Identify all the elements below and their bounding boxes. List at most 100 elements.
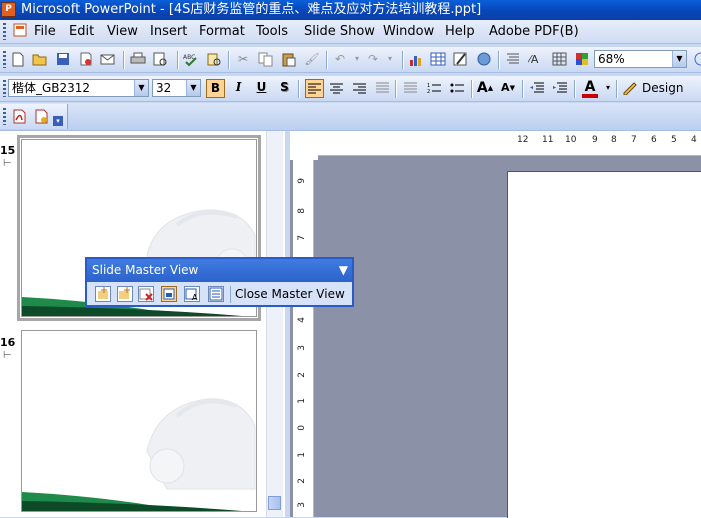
menu-edit[interactable]: Edit [69, 24, 94, 39]
green-accent-strip [22, 492, 242, 511]
decrease-indent-icon[interactable] [529, 80, 545, 96]
toolbar-grip[interactable] [3, 80, 6, 97]
design-button[interactable]: Design [642, 81, 683, 95]
align-left-icon[interactable] [305, 79, 324, 98]
ruler-label: 8 [297, 208, 307, 214]
ruler-label: 8 [611, 135, 617, 145]
open-icon[interactable] [32, 51, 48, 67]
menu-slide-show[interactable]: Slide Show [304, 24, 375, 39]
font-size-select[interactable]: 32 ▼ [152, 79, 201, 97]
slide-thumbnail-16[interactable] [21, 330, 257, 512]
scrollbar-thumb[interactable] [268, 496, 281, 510]
powerpoint-icon[interactable]: P [1, 2, 16, 17]
font-color-dropdown-icon[interactable]: ▾ [600, 80, 616, 96]
separator [574, 80, 576, 98]
slide-master-toolbar-header[interactable]: Slide Master View ▼ [87, 259, 352, 282]
separator [498, 51, 500, 69]
undo-icon[interactable]: ↶ [332, 51, 348, 67]
expand-all-icon[interactable] [505, 51, 521, 67]
convert-to-pdf-icon[interactable] [11, 108, 27, 124]
preserve-master-icon[interactable] [161, 286, 177, 302]
print-preview-icon[interactable] [153, 51, 169, 67]
ruler-corner [290, 131, 318, 160]
cut-icon[interactable]: ✂ [235, 51, 251, 67]
align-right-icon[interactable] [351, 80, 367, 96]
increase-font-size-icon[interactable]: A ▲ [477, 80, 493, 96]
delete-master-icon[interactable] [138, 286, 154, 302]
format-painter-icon[interactable]: 🖌 [304, 51, 320, 67]
insert-new-slide-master-icon[interactable] [95, 286, 111, 302]
undo-dropdown-icon[interactable]: ▾ [349, 51, 365, 67]
close-master-view-button[interactable]: Close Master View [235, 285, 345, 303]
insert-table-icon[interactable] [430, 51, 446, 67]
justify-icon[interactable] [374, 80, 390, 96]
insert-new-title-master-icon[interactable] [117, 286, 133, 302]
grid-icon[interactable] [551, 51, 567, 67]
copy-icon[interactable] [258, 51, 274, 67]
chevron-down-icon[interactable]: ▼ [186, 80, 200, 96]
document-grip-icon[interactable] [13, 23, 27, 41]
insert-hyperlink-icon[interactable] [476, 51, 492, 67]
email-icon[interactable] [100, 51, 116, 67]
toolbar-grip[interactable] [3, 51, 6, 68]
separator [228, 51, 230, 69]
menu-help[interactable]: Help [445, 24, 475, 39]
spelling-icon[interactable]: ABC [183, 51, 199, 67]
italic-button[interactable]: I [229, 79, 248, 98]
formatting-toolbar: 楷体_GB2312 ▼ 32 ▼ B I U S 12 A ▲ A ▼ A ▾ De… [0, 76, 701, 102]
redo-icon[interactable]: ↷ [365, 51, 381, 67]
chevron-down-icon[interactable]: ▼ [672, 51, 686, 67]
separator [616, 80, 618, 98]
slides-pane: 15 ⊢ 16 ⊢ [0, 131, 285, 517]
increase-indent-icon[interactable] [552, 80, 568, 96]
tables-borders-icon[interactable] [453, 51, 469, 67]
menu-view[interactable]: View [107, 24, 138, 39]
horizontal-ruler[interactable]: 12 11 10 9 8 7 6 5 4 [318, 131, 701, 156]
font-color-icon[interactable]: A [582, 79, 598, 98]
decrease-font-size-icon[interactable]: A ▼ [500, 80, 516, 96]
chevron-down-icon[interactable]: ▼ [134, 80, 148, 96]
design-icon[interactable] [622, 80, 638, 96]
help-icon[interactable] [691, 51, 701, 67]
toolbar-grip[interactable] [3, 108, 6, 125]
svg-text:⁄A: ⁄A [528, 53, 539, 66]
insert-chart-icon[interactable] [408, 51, 424, 67]
new-icon[interactable] [10, 51, 26, 67]
numbering-icon[interactable]: 12 [426, 80, 442, 96]
svg-text:A: A [192, 293, 198, 301]
font-size-value: 32 [156, 81, 172, 95]
toolbar-options-icon[interactable]: ▼ [339, 259, 348, 282]
bold-button[interactable]: B [206, 79, 225, 98]
separator [402, 51, 404, 69]
color-grayscale-icon[interactable] [574, 51, 590, 67]
distributed-icon[interactable] [402, 80, 418, 96]
menu-format[interactable]: Format [199, 24, 245, 39]
menu-window[interactable]: Window [383, 24, 434, 39]
print-icon[interactable] [130, 51, 146, 67]
pdf-options-icon[interactable] [33, 108, 49, 124]
redo-dropdown-icon[interactable]: ▾ [382, 51, 398, 67]
bullets-icon[interactable] [449, 80, 465, 96]
shadow-button[interactable]: S [275, 79, 294, 98]
menu-tools[interactable]: Tools [256, 24, 288, 39]
show-formatting-icon[interactable]: ⁄A [528, 51, 544, 67]
toolbar-options-icon[interactable]: ▾ [53, 116, 63, 126]
menu-insert[interactable]: Insert [150, 24, 187, 39]
save-icon[interactable] [55, 51, 71, 67]
watermark-text: 经验 [618, 453, 658, 477]
vertical-ruler[interactable]: 9 8 7 6 5 4 3 2 1 0 1 2 3 [293, 160, 314, 517]
permission-icon[interactable] [78, 51, 94, 67]
ruler-label: 1 [297, 452, 307, 458]
paste-icon[interactable] [281, 51, 297, 67]
slides-scrollbar[interactable] [266, 131, 283, 517]
menu-adobe-pdf[interactable]: Adobe PDF(B) [489, 24, 579, 39]
font-name-select[interactable]: 楷体_GB2312 ▼ [8, 79, 149, 97]
align-center-icon[interactable] [328, 80, 344, 96]
underline-button[interactable]: U [252, 79, 271, 98]
menu-grip[interactable] [3, 23, 6, 40]
master-layout-icon[interactable] [208, 286, 224, 302]
zoom-select[interactable]: 68% ▼ [594, 50, 687, 68]
research-icon[interactable] [206, 51, 222, 67]
menu-file[interactable]: File [34, 24, 56, 39]
rename-master-icon[interactable]: A [184, 286, 200, 302]
